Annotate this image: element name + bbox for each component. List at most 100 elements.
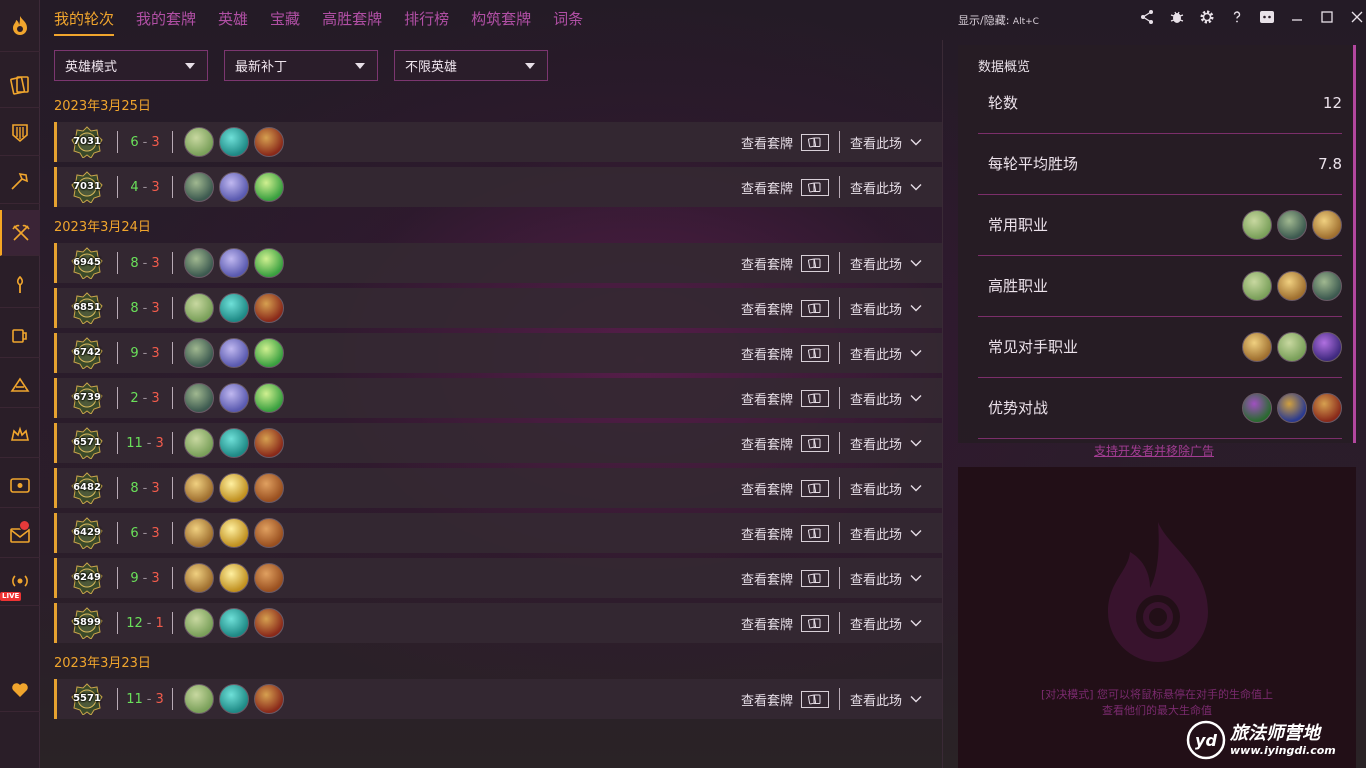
view-deck-button[interactable]: [800, 434, 829, 452]
run-row[interactable]: 6571 11-3 查看套牌 查看此场: [54, 423, 942, 463]
view-deck-label[interactable]: 查看套牌: [741, 524, 793, 543]
expand-button[interactable]: [910, 349, 922, 357]
sidebar-item-arena[interactable]: [0, 362, 40, 408]
sidebar-item-collection[interactable]: [0, 110, 40, 156]
sidebar-item-ranked[interactable]: [0, 412, 40, 458]
maximize-button[interactable]: [1316, 6, 1338, 28]
wins: 11: [126, 691, 143, 707]
view-deck-label[interactable]: 查看套牌: [741, 299, 793, 318]
view-deck-button[interactable]: [800, 524, 829, 542]
tab-1[interactable]: 我的套牌: [136, 8, 196, 36]
tab-0[interactable]: 我的轮次: [54, 8, 115, 36]
close-button[interactable]: [1346, 6, 1366, 28]
tab-6[interactable]: 构筑套牌: [471, 8, 531, 36]
tab-2[interactable]: 英雄: [218, 8, 248, 36]
view-match-label[interactable]: 查看此场: [850, 614, 902, 633]
view-deck-button[interactable]: [800, 690, 829, 708]
run-row[interactable]: 6739 2-3 查看套牌 查看此场: [54, 378, 942, 418]
view-match-label[interactable]: 查看此场: [850, 389, 902, 408]
sidebar-item-mercenaries[interactable]: [0, 262, 40, 308]
view-deck-label[interactable]: 查看套牌: [741, 614, 793, 633]
view-deck-button[interactable]: [800, 569, 829, 587]
hero-red-portrait-icon: [1312, 393, 1342, 423]
view-deck-button[interactable]: [800, 479, 829, 497]
mode-select[interactable]: 英雄模式: [54, 50, 208, 81]
run-row[interactable]: 5899 12-1 查看套牌 查看此场: [54, 603, 942, 643]
view-deck-label[interactable]: 查看套牌: [741, 569, 793, 588]
view-match-label[interactable]: 查看此场: [850, 254, 902, 273]
sidebar-item-decks[interactable]: [0, 62, 40, 108]
settings-button[interactable]: [1196, 6, 1218, 28]
patch-select[interactable]: 最新补丁: [224, 50, 378, 81]
view-match-label[interactable]: 查看此场: [850, 133, 902, 152]
expand-button[interactable]: [910, 529, 922, 537]
sidebar-item-tavern[interactable]: [0, 312, 40, 358]
run-row[interactable]: 5571 11-3 查看套牌 查看此场: [54, 679, 942, 719]
view-deck-label[interactable]: 查看套牌: [741, 178, 793, 197]
expand-button[interactable]: [910, 183, 922, 191]
expand-button[interactable]: [910, 619, 922, 627]
run-row[interactable]: 6945 8-3 查看套牌 查看此场: [54, 243, 942, 283]
expand-button[interactable]: [910, 695, 922, 703]
tab-7[interactable]: 词条: [553, 8, 583, 36]
share-button[interactable]: [1136, 6, 1158, 28]
sidebar-item-live[interactable]: LIVE: [0, 560, 40, 606]
view-deck-button[interactable]: [800, 389, 829, 407]
help-button[interactable]: [1226, 6, 1248, 28]
expand-button[interactable]: [910, 574, 922, 582]
view-deck-label[interactable]: 查看套牌: [741, 254, 793, 273]
run-row[interactable]: 7031 6-3 查看套牌 查看此场: [54, 122, 942, 162]
hero-portraits: [1242, 332, 1342, 362]
view-deck-button[interactable]: [800, 254, 829, 272]
view-deck-label[interactable]: 查看套牌: [741, 690, 793, 709]
view-match-label[interactable]: 查看此场: [850, 569, 902, 588]
view-match-label[interactable]: 查看此场: [850, 344, 902, 363]
view-deck-label[interactable]: 查看套牌: [741, 479, 793, 498]
cards-icon: [807, 137, 821, 147]
run-actions: 查看套牌 查看此场: [741, 679, 922, 719]
view-match-label[interactable]: 查看此场: [850, 479, 902, 498]
tab-5[interactable]: 排行榜: [404, 8, 449, 36]
sidebar-item-mail[interactable]: [0, 512, 40, 558]
hero-select[interactable]: 不限英雄: [394, 50, 548, 81]
tab-3[interactable]: 宝藏: [270, 8, 300, 36]
expand-button[interactable]: [910, 394, 922, 402]
view-match-label[interactable]: 查看此场: [850, 299, 902, 318]
discord-button[interactable]: [1256, 6, 1278, 28]
hero-green-portrait-icon: [1242, 271, 1272, 301]
run-row[interactable]: 7031 4-3 查看套牌 查看此场: [54, 167, 942, 207]
expand-button[interactable]: [910, 259, 922, 267]
view-deck-label[interactable]: 查看套牌: [741, 434, 793, 453]
view-match-label[interactable]: 查看此场: [850, 690, 902, 709]
view-deck-button[interactable]: [800, 614, 829, 632]
app-logo[interactable]: [0, 0, 40, 52]
run-row[interactable]: 6249 9-3 查看套牌 查看此场: [54, 558, 942, 598]
view-match-label[interactable]: 查看此场: [850, 434, 902, 453]
view-deck-label[interactable]: 查看套牌: [741, 344, 793, 363]
bug-report-button[interactable]: [1166, 6, 1188, 28]
support-developer-link[interactable]: 支持开发者并移除广告: [1094, 442, 1214, 459]
view-deck-label[interactable]: 查看套牌: [741, 389, 793, 408]
view-deck-button[interactable]: [800, 178, 829, 196]
minimize-button[interactable]: [1286, 6, 1308, 28]
view-match-label[interactable]: 查看此场: [850, 524, 902, 543]
view-deck-label[interactable]: 查看套牌: [741, 133, 793, 152]
view-deck-button[interactable]: [800, 133, 829, 151]
expand-button[interactable]: [910, 304, 922, 312]
run-row[interactable]: 6482 8-3 查看套牌 查看此场: [54, 468, 942, 508]
sidebar-item-spectate[interactable]: [0, 462, 40, 508]
view-match-label[interactable]: 查看此场: [850, 178, 902, 197]
sidebar-item-battlegrounds[interactable]: [0, 158, 40, 204]
view-deck-button[interactable]: [800, 299, 829, 317]
view-deck-button[interactable]: [800, 344, 829, 362]
run-row[interactable]: 6742 9-3 查看套牌 查看此场: [54, 333, 942, 373]
run-row[interactable]: 6429 6-3 查看套牌 查看此场: [54, 513, 942, 553]
expand-button[interactable]: [910, 439, 922, 447]
sidebar-item-duels[interactable]: [0, 210, 40, 256]
run-row[interactable]: 6851 8-3 查看套牌 查看此场: [54, 288, 942, 328]
sidebar-item-support[interactable]: [0, 666, 40, 712]
tab-4[interactable]: 高胜套牌: [322, 8, 382, 36]
hero-gold-portrait-icon: [1312, 210, 1342, 240]
expand-button[interactable]: [910, 138, 922, 146]
expand-button[interactable]: [910, 484, 922, 492]
